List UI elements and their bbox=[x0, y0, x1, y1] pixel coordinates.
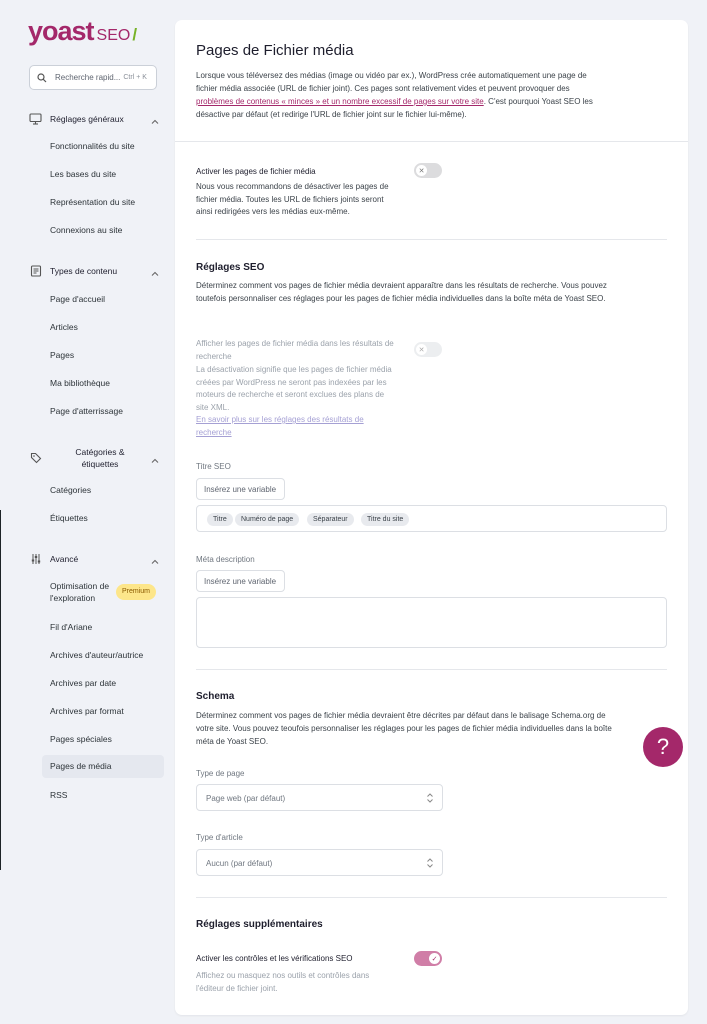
sidebar-item-pages[interactable]: Pages bbox=[50, 350, 74, 360]
search-input[interactable]: Recherche rapid... Ctrl + K bbox=[29, 65, 157, 90]
sidebar-item-date-archives[interactable]: Archives par date bbox=[50, 678, 116, 688]
show-in-search-description: La désactivation signifie que les pages … bbox=[196, 364, 396, 439]
meta-description-input[interactable] bbox=[196, 597, 667, 648]
page-type-value: Page web (par défaut) bbox=[206, 794, 286, 803]
section-advanced[interactable]: Avancé bbox=[28, 551, 160, 566]
section-label: Catégories & étiquettes bbox=[75, 447, 125, 469]
search-icon bbox=[37, 72, 47, 82]
sidebar-item-posts[interactable]: Articles bbox=[50, 322, 78, 332]
article-type-label: Type d'article bbox=[196, 833, 243, 842]
close-icon: ✕ bbox=[416, 344, 427, 355]
close-icon: ✕ bbox=[416, 165, 427, 176]
section-general-settings[interactable]: Réglages généraux bbox=[28, 111, 160, 126]
page-type-select[interactable]: Page web (par défaut) bbox=[196, 784, 443, 811]
sidebar-item-landing-page[interactable]: Page d'atterrissage bbox=[50, 406, 123, 416]
tag-page-number[interactable]: Numéro de page bbox=[235, 513, 300, 526]
seo-title-label: Titre SEO bbox=[196, 462, 231, 471]
tag-title[interactable]: Titre bbox=[207, 513, 233, 526]
help-button[interactable]: ? bbox=[643, 727, 683, 767]
chevron-updown-icon bbox=[427, 858, 433, 868]
premium-badge: Premium bbox=[116, 584, 157, 600]
seo-title-insert-variable-button[interactable]: Insérez une variable bbox=[196, 478, 286, 500]
chevron-up-icon bbox=[150, 266, 160, 276]
sidebar-item-media-pages[interactable]: Pages de média bbox=[42, 755, 164, 778]
logo-slash: / bbox=[132, 25, 138, 44]
chevron-up-icon bbox=[150, 554, 160, 564]
section-label: Avancé bbox=[50, 553, 79, 564]
page-title: Pages de Fichier média bbox=[196, 42, 354, 59]
seo-controls-toggle-description: Affichez ou masquez nos outils et contrô… bbox=[196, 971, 370, 993]
sidebar-item-tags[interactable]: Étiquettes bbox=[50, 513, 88, 523]
divider bbox=[175, 141, 688, 142]
thin-content-link[interactable]: problèmes de contenus « minces » et un n… bbox=[196, 97, 484, 106]
sidebar-item-site-connections[interactable]: Connexions au site bbox=[50, 225, 122, 235]
extra-settings-heading: Réglages supplémentaires bbox=[196, 919, 323, 930]
seo-title-input[interactable]: Titre Numéro de page Séparateur Titre du… bbox=[196, 505, 667, 532]
search-shortcut: Ctrl + K bbox=[123, 74, 147, 81]
divider bbox=[196, 239, 667, 240]
section-label: Types de contenu bbox=[50, 265, 118, 276]
meta-insert-variable-button[interactable]: Insérez une variable bbox=[196, 570, 286, 592]
sidebar-item-site-features[interactable]: Fonctionnalités du site bbox=[50, 141, 135, 151]
sidebar-item-homepage[interactable]: Page d'accueil bbox=[50, 294, 105, 304]
show-in-search-label: Afficher les pages de fichier média dans… bbox=[196, 339, 394, 361]
chevron-up-icon bbox=[150, 114, 160, 124]
show-in-search-toggle[interactable]: ✕ bbox=[414, 342, 442, 357]
section-categories-tags[interactable]: Catégories & étiquettes bbox=[28, 446, 160, 470]
schema-heading: Schema bbox=[196, 691, 235, 702]
section-content-types[interactable]: Types de contenu bbox=[28, 263, 160, 278]
divider bbox=[196, 897, 667, 898]
tags-icon bbox=[28, 451, 43, 466]
seo-controls-toggle-label: Activer les contrôles et les vérificatio… bbox=[196, 954, 353, 963]
seo-heading: Réglages SEO bbox=[196, 262, 265, 273]
seo-description: Déterminez comment vos pages de fichier … bbox=[196, 281, 607, 303]
logo-suffix: SEO bbox=[96, 27, 131, 44]
document-icon bbox=[28, 263, 43, 278]
page-intro: Lorsque vous téléversez des médias (imag… bbox=[196, 69, 596, 121]
chevron-updown-icon bbox=[427, 793, 433, 803]
tag-site-title[interactable]: Titre du site bbox=[361, 513, 410, 526]
intro-text: Lorsque vous téléversez des médias (imag… bbox=[196, 71, 587, 93]
check-icon: ✓ bbox=[429, 953, 440, 964]
seo-controls-toggle[interactable]: ✓ bbox=[414, 951, 442, 966]
sidebar-item-categories[interactable]: Catégories bbox=[50, 485, 91, 495]
article-type-select[interactable]: Aucun (par défaut) bbox=[196, 849, 443, 876]
sidebar-item-crawl-optimization[interactable]: Optimisation de l'exploration Premium bbox=[50, 580, 162, 604]
attachment-toggle-description: Nous vous recommandons de désactiver les… bbox=[196, 182, 389, 216]
desktop-icon bbox=[28, 111, 43, 126]
sidebar-item-library[interactable]: Ma bibliothèque bbox=[50, 378, 110, 388]
chevron-up-icon bbox=[150, 453, 160, 463]
attachment-toggle-label: Activer les pages de fichier média bbox=[196, 167, 316, 176]
show-in-search-text: La désactivation signifie que les pages … bbox=[196, 365, 392, 412]
sidebar-item-site-representation[interactable]: Représentation du site bbox=[50, 197, 135, 207]
sidebar-item-author-archives[interactable]: Archives d'auteur/autrice bbox=[50, 650, 143, 660]
meta-description-label: Méta description bbox=[196, 555, 255, 564]
sidebar: yoast SEO / Recherche rapid... Ctrl + K … bbox=[0, 0, 172, 1024]
sliders-icon bbox=[28, 551, 43, 566]
attachment-pages-toggle[interactable]: ✕ bbox=[414, 163, 442, 178]
search-appearance-link[interactable]: En savoir plus sur les réglages des résu… bbox=[196, 415, 364, 437]
sidebar-item-breadcrumbs[interactable]: Fil d'Ariane bbox=[50, 622, 92, 632]
tag-separator[interactable]: Séparateur bbox=[307, 513, 354, 526]
sidebar-item-rss[interactable]: RSS bbox=[50, 790, 67, 800]
yoast-logo[interactable]: yoast SEO / bbox=[28, 16, 137, 47]
sidebar-item-label: Optimisation de l'exploration bbox=[50, 581, 110, 603]
search-placeholder: Recherche rapid... bbox=[55, 73, 121, 82]
article-type-value: Aucun (par défaut) bbox=[206, 859, 273, 868]
sidebar-item-format-archives[interactable]: Archives par format bbox=[50, 706, 124, 716]
divider bbox=[196, 669, 667, 670]
logo-wordmark: yoast bbox=[28, 16, 95, 46]
sidebar-item-site-basics[interactable]: Les bases du site bbox=[50, 169, 116, 179]
settings-card: Pages de Fichier média Lorsque vous télé… bbox=[175, 20, 688, 1015]
section-label: Réglages généraux bbox=[50, 113, 124, 124]
schema-description: Déterminez comment vos pages de fichier … bbox=[196, 711, 612, 746]
page-type-label: Type de page bbox=[196, 769, 245, 778]
sidebar-item-special-pages[interactable]: Pages spéciales bbox=[50, 734, 112, 744]
